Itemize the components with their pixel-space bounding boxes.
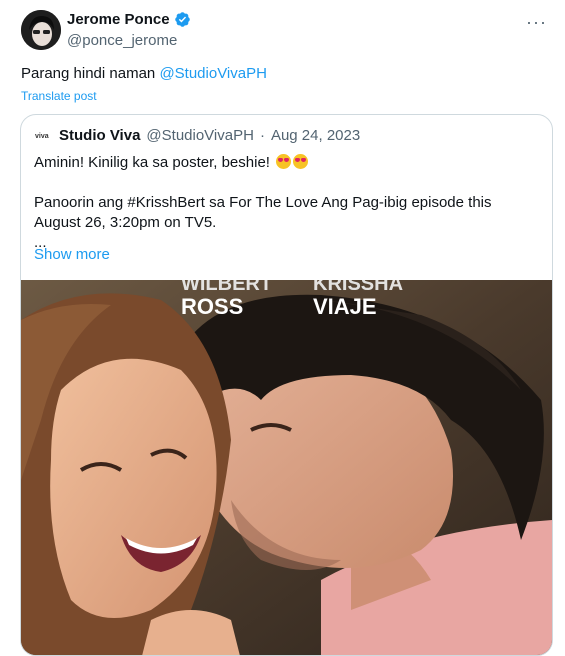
show-more-link[interactable]: Show more — [34, 246, 110, 263]
mention-link[interactable]: @StudioVivaPH — [159, 65, 267, 82]
author-name-row[interactable]: Jerome Ponce — [67, 11, 191, 28]
heart-eyes-emoji-icon — [293, 154, 309, 169]
separator-dot: · — [259, 126, 265, 144]
author-handle[interactable]: @ponce_jerome — [67, 32, 177, 49]
poster-name-left-partial: WILBERT — [181, 280, 272, 295]
poster-name-right-partial: KRISSHA — [313, 280, 403, 295]
translate-post-link[interactable]: Translate post — [21, 89, 97, 103]
quoted-tweet-header: viva Studio Viva @StudioVivaPH · Aug 24,… — [33, 125, 360, 145]
heart-eyes-emoji-icon — [276, 154, 292, 169]
quoted-author-name[interactable]: Studio Viva — [59, 127, 140, 144]
quoted-author-handle[interactable]: @StudioVivaPH — [146, 127, 254, 144]
tweet-text: Parang hindi naman @StudioVivaPH — [21, 64, 267, 84]
verified-badge-icon — [174, 12, 190, 27]
poster-name-left: ROSS — [181, 294, 243, 319]
studio-viva-logo-icon[interactable]: viva — [33, 125, 53, 145]
quoted-tweet-text: Aminin! Kinilig ka sa poster, beshie! Pa… — [34, 153, 539, 253]
author-avatar[interactable] — [21, 10, 61, 50]
poster-image[interactable]: WILBERT KRISSHA ROSS VIAJE — [21, 280, 552, 656]
author-name[interactable]: Jerome Ponce — [67, 11, 170, 28]
quoted-line-2: Panoorin ang #KrisshBert sa For The Love… — [34, 194, 492, 231]
svg-text:viva: viva — [35, 133, 49, 140]
tweet-text-prefix: Parang hindi naman — [21, 65, 160, 82]
poster-name-right: VIAJE — [313, 294, 377, 319]
more-options-icon[interactable]: ··· — [526, 12, 547, 33]
quoted-tweet-card[interactable]: viva Studio Viva @StudioVivaPH · Aug 24,… — [20, 114, 553, 656]
quoted-line-1: Aminin! Kinilig ka sa poster, beshie! — [34, 154, 270, 171]
quoted-date[interactable]: Aug 24, 2023 — [271, 127, 360, 144]
